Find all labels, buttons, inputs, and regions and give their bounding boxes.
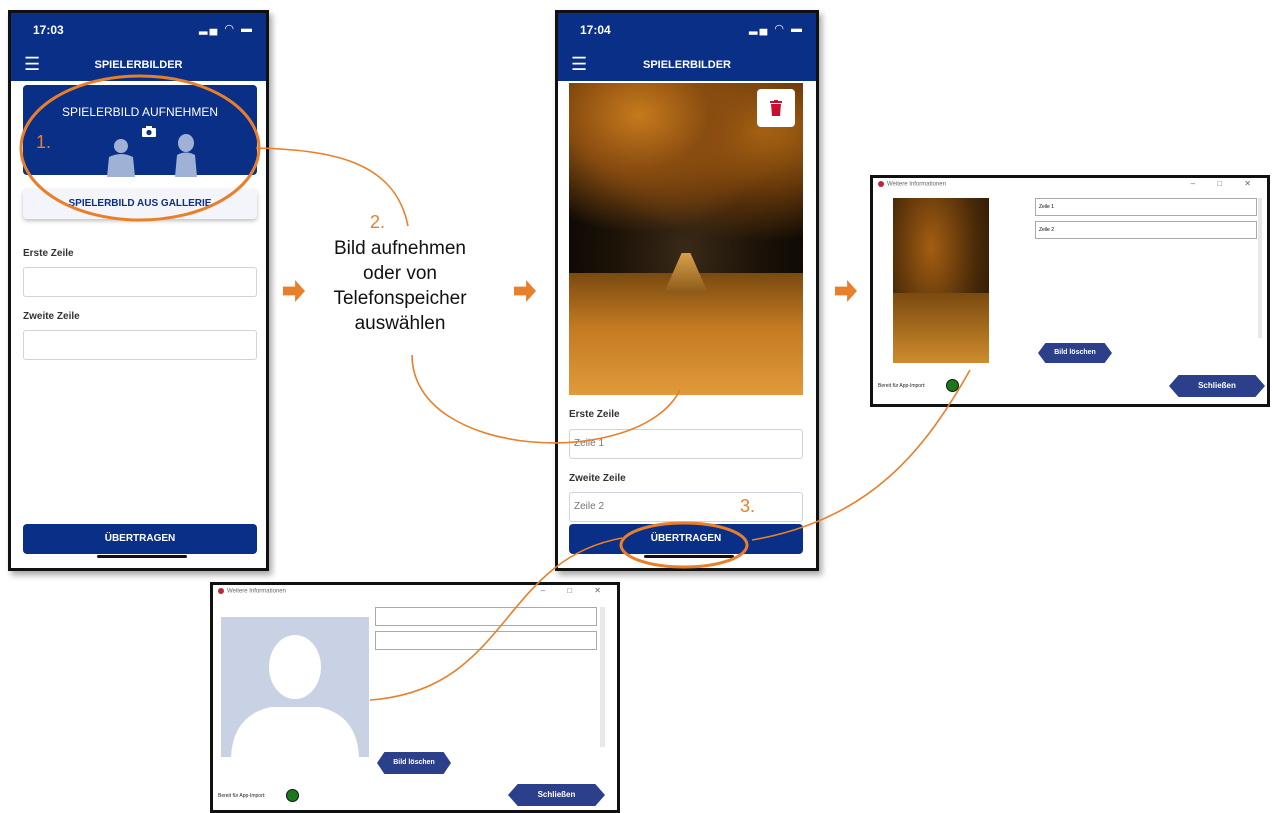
- connector-submit-to-dialog-right: [751, 369, 971, 541]
- flow-connectors: [255, 147, 971, 701]
- connector-step1-to-step2: [255, 147, 409, 227]
- connector-submit-to-dialog-bottom: [369, 537, 623, 701]
- connector-step2-to-photo: [411, 354, 681, 444]
